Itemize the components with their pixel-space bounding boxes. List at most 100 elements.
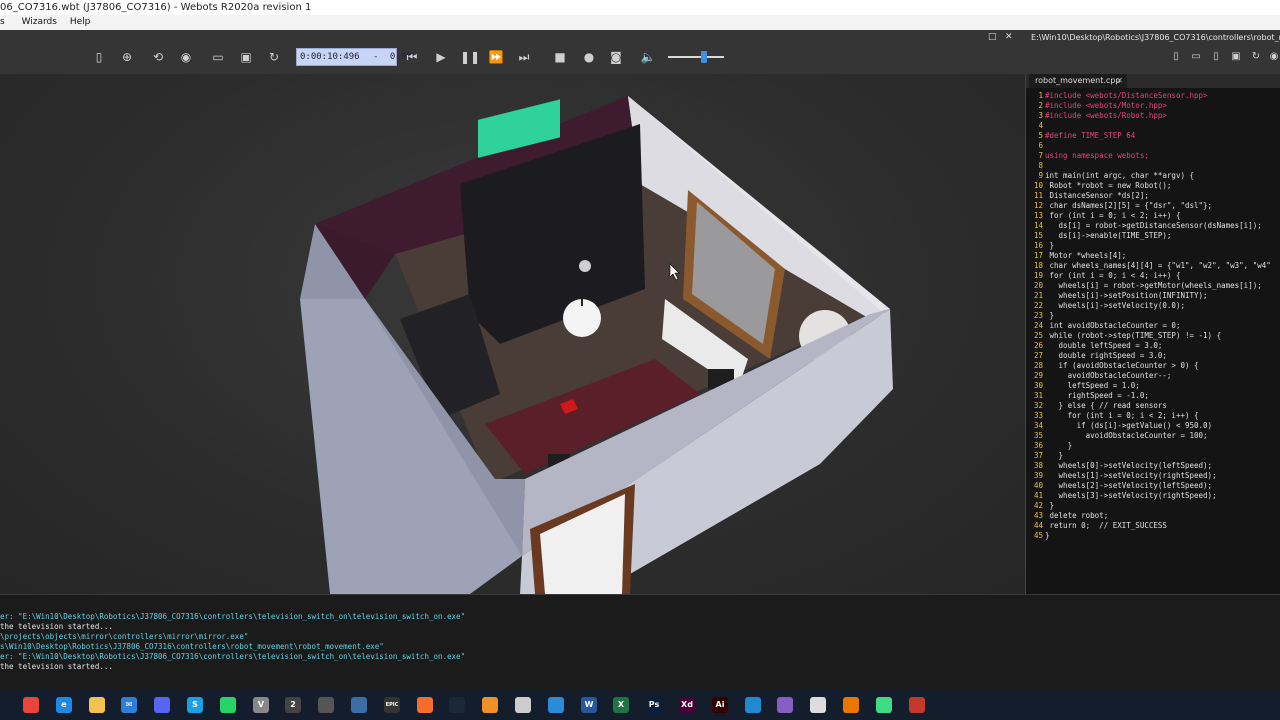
code-line[interactable]: 23 } [1029,311,1271,321]
volume-slider-handle[interactable] [701,51,708,63]
epic-games-icon[interactable]: EPIC [384,697,400,713]
code-line[interactable]: 1 #include <webots/DistanceSensor.hpp> [1029,91,1271,101]
vectorworks-icon[interactable]: V [253,697,269,713]
pause-icon[interactable]: ❚❚ [460,49,480,65]
code-line[interactable]: 44 return 0; // EXIT_SUCCESS [1029,521,1271,531]
3d-scene[interactable] [0,74,1025,594]
find-icon[interactable]: ◉ [1266,49,1280,65]
add-node-icon[interactable]: ⊕ [119,49,135,65]
origin-icon[interactable] [417,697,433,713]
menu-item-partial[interactable]: s [0,15,5,30]
record-movie-icon[interactable]: ● [581,49,597,65]
open-world-icon[interactable]: ▭ [210,49,226,65]
code-line[interactable]: 36 } [1029,441,1271,451]
code-line[interactable]: 12 char dsNames[2][5] = {"dsr", "dsl"}; [1029,201,1271,211]
code-line[interactable]: 15 ds[i]->enable(TIME_STEP); [1029,231,1271,241]
code-line[interactable]: 34 if (ds[i]->getValue() < 950.0) [1029,421,1271,431]
stop-icon[interactable]: ■ [552,49,568,65]
file-explorer-icon[interactable] [89,697,105,713]
code-line[interactable]: 6 [1029,141,1271,151]
app-orange-icon[interactable] [482,697,498,713]
code-line[interactable]: 40 wheels[2]->setVelocity(leftSpeed); [1029,481,1271,491]
android-icon[interactable] [876,697,892,713]
code-line[interactable]: 13 for (int i = 0; i < 2; i++) { [1029,211,1271,221]
code-line[interactable]: 9 int main(int argc, char **argv) { [1029,171,1271,181]
vscode-icon[interactable] [745,697,761,713]
code-line[interactable]: 8 [1029,161,1271,171]
app-white-icon[interactable] [810,697,826,713]
code-line[interactable]: 27 double rightSpeed = 3.0; [1029,351,1271,361]
blender-icon[interactable] [843,697,859,713]
code-editor[interactable]: robot_movement.cpp ✕ 1 #include <webots/D… [1025,74,1280,594]
steam-icon[interactable] [449,697,465,713]
code-line[interactable]: 3 #include <webots/Robot.hpp> [1029,111,1271,121]
code-line[interactable]: 29 avoidObstacleCounter--; [1029,371,1271,381]
open-file-icon[interactable]: ▭ [1188,49,1204,65]
skype-icon[interactable]: S [187,697,203,713]
discord-icon[interactable] [154,697,170,713]
code-line[interactable]: 37 } [1029,451,1271,461]
code-line[interactable]: 16 } [1029,241,1271,251]
code-line[interactable]: 18 char wheels_names[4][4] = {"w1", "w2"… [1029,261,1271,271]
whatsapp-icon[interactable] [220,697,236,713]
chrome-icon[interactable] [23,697,39,713]
unity-icon[interactable] [351,697,367,713]
code-line[interactable]: 32 } else { // read sensors [1029,401,1271,411]
code-line[interactable]: 24 int avoidObstacleCounter = 0; [1029,321,1271,331]
photoshop-icon[interactable]: Ps [646,697,662,713]
code-line[interactable]: 2 #include <webots/Motor.hpp> [1029,101,1271,111]
code-line[interactable]: 22 wheels[i]->setVelocity(0.0); [1029,301,1271,311]
code-line[interactable]: 28 if (avoidObstacleCounter > 0) { [1029,361,1271,371]
code-line[interactable]: 45} [1029,531,1271,541]
code-line[interactable]: 5 #define TIME_STEP 64 [1029,131,1271,141]
step-icon[interactable]: ▶ [433,49,449,65]
code-line[interactable]: 30 leftSpeed = 1.0; [1029,381,1271,391]
excel-icon[interactable]: X [613,697,629,713]
edge-icon[interactable]: e [56,697,72,713]
code-line[interactable]: 31 rightSpeed = -1.0; [1029,391,1271,401]
run-fast-icon[interactable]: ⏭ [516,49,532,65]
code-line[interactable]: 38 wheels[0]->setVelocity(leftSpeed); [1029,461,1271,471]
code-line[interactable]: 41 wheels[3]->setVelocity(rightSpeed); [1029,491,1271,501]
volume-icon[interactable]: 🔈 [640,49,656,65]
visual-studio-icon[interactable] [777,697,793,713]
webots-icon[interactable] [909,697,925,713]
xd-icon[interactable]: Xd [679,697,695,713]
code-line[interactable]: 20 wheels[i] = robot->getMotor(wheels_na… [1029,281,1271,291]
save-file-disabled-icon[interactable]: ▯ [1208,49,1224,65]
save-file-icon[interactable]: ▣ [1228,49,1244,65]
code-line[interactable]: 21 wheels[i]->setPosition(INFINITY); [1029,291,1271,301]
word-icon[interactable]: W [581,697,597,713]
code-line[interactable]: 17 Motor *wheels[4]; [1029,251,1271,261]
code-line[interactable]: 10 Robot *robot = new Robot(); [1029,181,1271,191]
view-icon[interactable]: ◉ [178,49,194,65]
close-panel-icon[interactable]: ✕ [1005,32,1013,42]
code-line[interactable]: 33 for (int i = 0; i < 2; i++) { [1029,411,1271,421]
close-tab-icon[interactable]: ✕ [1116,74,1123,88]
reset-simulation-icon[interactable]: ⏮ [404,49,420,65]
code-line[interactable]: 42 } [1029,501,1271,511]
code-line[interactable]: 39 wheels[1]->setVelocity(rightSpeed); [1029,471,1271,481]
code-line[interactable]: 19 for (int i = 0; i < 4; i++) { [1029,271,1271,281]
undock-icon[interactable]: □ [988,32,997,42]
code-line[interactable]: 7 using namespace webots; [1029,151,1271,161]
code-line[interactable]: 43 delete robot; [1029,511,1271,521]
run-realtime-icon[interactable]: ⏩ [488,49,504,65]
3d-viewport[interactable] [0,74,1025,594]
app-generic-icon[interactable] [318,697,334,713]
illustrator-icon[interactable]: Ai [712,697,728,713]
hide-scene-tree-icon[interactable]: ▯ [91,49,107,65]
code-line[interactable]: 35 avoidObstacleCounter = 100; [1029,431,1271,441]
tab-robot-movement[interactable]: robot_movement.cpp ✕ [1029,74,1127,88]
menu-item-help[interactable]: Help [70,15,91,30]
app-blue-icon[interactable] [548,697,564,713]
app-2-icon[interactable]: 2 [285,697,301,713]
code-line[interactable]: 26 double leftSpeed = 3.0; [1029,341,1271,351]
menu-item-wizards[interactable]: Wizards [22,15,57,30]
mail-icon[interactable]: ✉ [121,697,137,713]
code-line[interactable]: 14 ds[i] = robot->getDistanceSensor(dsNa… [1029,221,1271,231]
blender-like-icon[interactable] [515,697,531,713]
code-line[interactable]: 25 while (robot->step(TIME_STEP) != -1) … [1029,331,1271,341]
console-panel[interactable]: er: "E:\Win10\Desktop\Robotics\J37806_CO… [0,594,1280,690]
code-line[interactable]: 4 [1029,121,1271,131]
